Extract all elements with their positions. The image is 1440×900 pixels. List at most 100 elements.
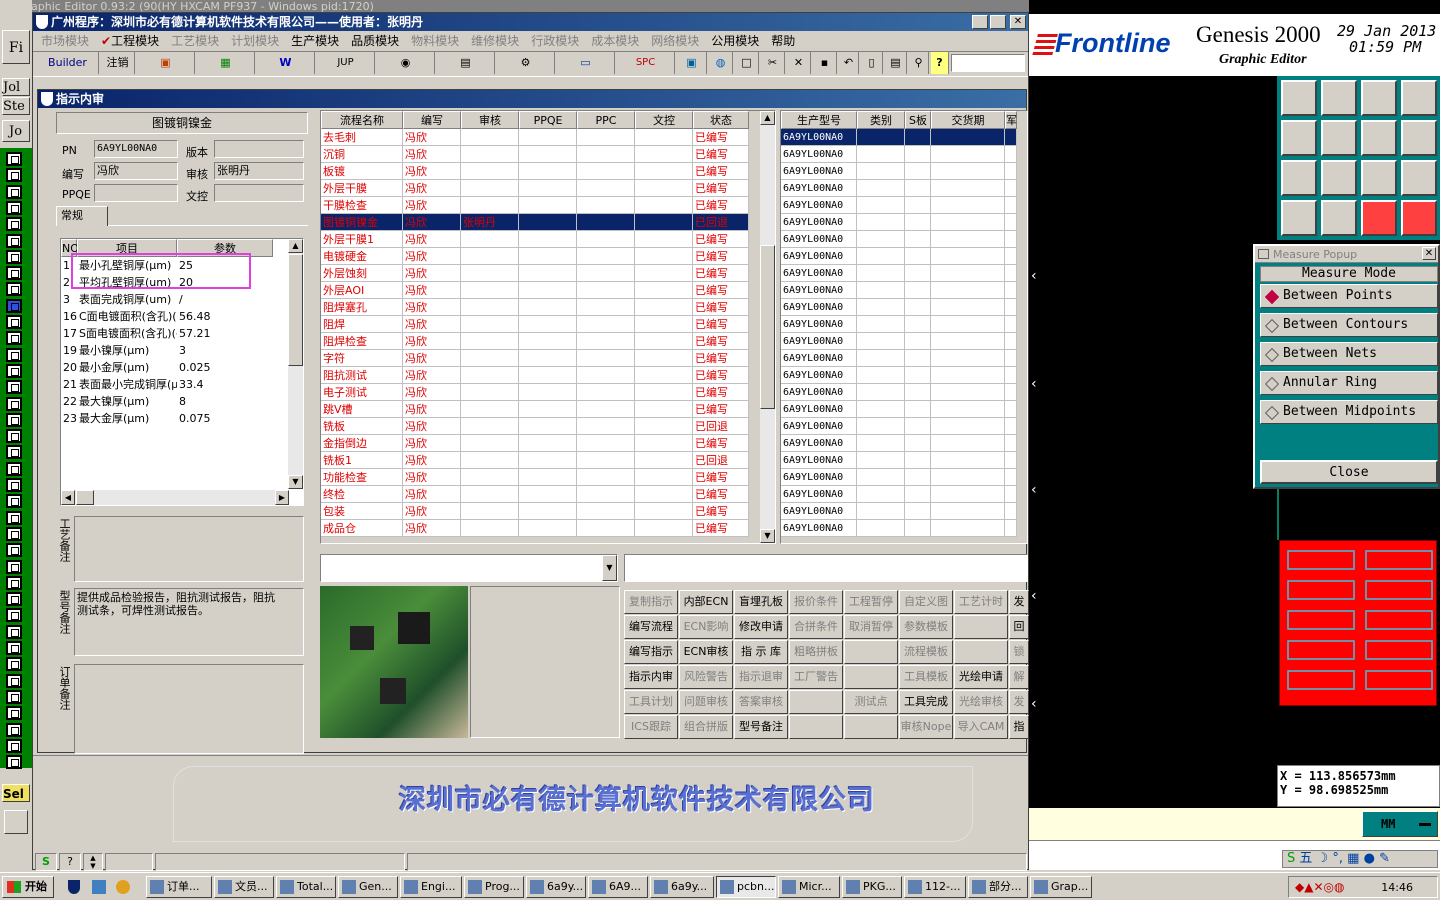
flow-header-4[interactable]: PPC — [577, 111, 635, 129]
action-button[interactable]: 编写流程 — [624, 615, 678, 639]
table-row[interactable]: 阻焊 冯欣 已编写 — [321, 316, 749, 333]
layer-item[interactable] — [6, 363, 22, 378]
table-row[interactable]: 功能检查 冯欣 已编写 — [321, 469, 749, 486]
table-row[interactable]: 6A9YL00NA0 — [781, 384, 1027, 401]
taskbar-item[interactable]: pcbn... — [716, 876, 776, 898]
action-button[interactable]: 型号备注 — [734, 715, 788, 739]
action-button[interactable]: 审核Nope — [899, 715, 953, 739]
table-row[interactable]: 阻焊塞孔 冯欣 已编写 — [321, 299, 749, 316]
table-row[interactable]: 6A9YL00NA0 — [781, 333, 1027, 350]
layer-item[interactable] — [6, 592, 22, 607]
prod-header-2[interactable]: S板 — [905, 111, 931, 129]
action-button[interactable]: 自定义图 — [899, 590, 953, 614]
action-button[interactable] — [789, 690, 843, 714]
layer-item[interactable] — [6, 478, 22, 492]
action-button[interactable]: 风险警告 — [679, 665, 733, 689]
layer-item[interactable] — [6, 298, 22, 313]
open-icon[interactable] — [1281, 80, 1317, 116]
menu-item-1[interactable]: ✔工程模块 — [95, 31, 165, 51]
table-row[interactable]: 终检 冯欣 已编写 — [321, 486, 749, 503]
layer-item[interactable] — [6, 608, 22, 623]
table-row[interactable]: 22 最大镍厚(μm) 8 — [61, 393, 289, 410]
action-button[interactable] — [844, 665, 898, 689]
table-row[interactable]: 6A9YL00NA0 — [781, 520, 1027, 537]
action-button[interactable]: 解 — [1009, 665, 1029, 689]
table-row[interactable]: 外层干膜 冯欣 已编写 — [321, 180, 749, 197]
measure-mode-4[interactable]: Between Midpoints — [1260, 400, 1438, 424]
flow-vscroll[interactable]: ▲ ▼ — [760, 111, 775, 543]
action-button[interactable]: 发 — [1009, 690, 1029, 714]
menu-item-10[interactable]: 网络模块 — [645, 31, 705, 51]
menu-item-3[interactable]: 计划模块 — [225, 31, 285, 51]
table-row[interactable]: 图镀铜镍金 冯欣 张明丹 已回退 — [321, 214, 749, 231]
panel-arrow-icon[interactable]: ‹ — [1031, 588, 1039, 604]
scroll-down-icon[interactable]: ▼ — [288, 475, 303, 489]
panel-arrow-icon[interactable]: ‹ — [1031, 376, 1039, 392]
action-button[interactable]: 发 — [1009, 590, 1029, 614]
action-button[interactable]: 组合拼版 — [679, 715, 733, 739]
table-row[interactable]: 外层蚀刻 冯欣 已编写 — [321, 265, 749, 282]
toolbar-computer-icon[interactable]: ▭ — [557, 52, 615, 74]
flow-header-3[interactable]: PPQE — [519, 111, 577, 129]
toolbar-find-icon[interactable]: ⚲ — [909, 52, 929, 74]
table-row[interactable]: 6A9YL00NA0 — [781, 214, 1027, 231]
review-field[interactable]: 张明丹 — [214, 162, 304, 180]
toolbar-word-icon[interactable]: W — [257, 52, 315, 74]
toolbar-layout-icon[interactable]: ▣ — [137, 52, 195, 74]
action-button[interactable]: 问题审核 — [679, 690, 733, 714]
action-button[interactable]: 工具完成 — [899, 690, 953, 714]
main-maximize-button[interactable] — [990, 15, 1006, 29]
menu-item-8[interactable]: 行政模块 — [525, 31, 585, 51]
action-button[interactable]: 答案审核 — [734, 690, 788, 714]
scroll-right-icon[interactable]: ▶ — [275, 490, 289, 505]
table-row[interactable]: 6A9YL00NA0 — [781, 435, 1027, 452]
flow-header-5[interactable]: 文控 — [635, 111, 693, 129]
units-dropdown[interactable]: MM — [1362, 811, 1438, 837]
action-button[interactable]: 复制指示 — [624, 590, 678, 614]
table-row[interactable]: 包装 冯欣 已编写 — [321, 503, 749, 520]
table-row[interactable]: 6A9YL00NA0 — [781, 180, 1027, 197]
main-close-button[interactable]: ✕ — [1010, 15, 1026, 29]
layer-item[interactable] — [6, 755, 22, 770]
table-row[interactable]: 沉铜 冯欣 已编写 — [321, 146, 749, 163]
table-row[interactable]: 6A9YL00NA0 — [781, 163, 1027, 180]
table-row[interactable]: 跳V槽 冯欣 已编写 — [321, 401, 749, 418]
table-row[interactable]: 6A9YL00NA0 — [781, 367, 1027, 384]
tray-icons[interactable]: ◆▲✕◎◍ — [1295, 880, 1344, 894]
table-row[interactable]: 6A9YL00NA0 — [781, 350, 1027, 367]
layer-item[interactable] — [6, 543, 22, 558]
pcb-preview[interactable] — [1279, 540, 1437, 706]
layer-item[interactable] — [6, 738, 22, 753]
menu-item-9[interactable]: 成本模块 — [585, 31, 645, 51]
layer-item[interactable] — [6, 266, 22, 281]
layer-item[interactable] — [6, 445, 22, 460]
media-icon[interactable] — [116, 880, 130, 894]
table-row[interactable]: 外层AOI 冯欣 已编写 — [321, 282, 749, 299]
layer-list[interactable] — [0, 148, 32, 770]
ime-tool-icon[interactable]: ✎ — [1379, 851, 1390, 866]
action-button[interactable]: 指 — [1009, 715, 1029, 739]
ime-keyboard-icon[interactable]: ▦ — [1347, 851, 1359, 866]
home-icon[interactable] — [1361, 80, 1397, 116]
toolbar-help-icon[interactable]: ? — [931, 52, 949, 74]
layer-item[interactable] — [6, 233, 22, 248]
table-row[interactable]: 金指倒边 冯欣 已编写 — [321, 435, 749, 452]
layer-item[interactable] — [6, 657, 22, 672]
param-vscroll[interactable]: ▲ ▼ — [288, 239, 303, 489]
action-button[interactable]: 指示退审 — [734, 665, 788, 689]
scroll-up-icon[interactable]: ▲ — [288, 239, 303, 253]
action-button[interactable]: 流程模板 — [899, 640, 953, 664]
action-button[interactable]: 测试点 — [844, 690, 898, 714]
table-row[interactable]: 6A9YL00NA0 — [781, 469, 1027, 486]
action-button[interactable]: 参数模板 — [899, 615, 953, 639]
taskbar-item[interactable]: PKG... — [842, 876, 902, 898]
action-button[interactable]: 内部ECN — [679, 590, 733, 614]
toolbar-globe-icon[interactable]: ◍ — [709, 52, 733, 74]
version-field[interactable] — [214, 140, 304, 158]
taskbar-item[interactable]: Engi... — [400, 876, 462, 898]
toolbar-excel-icon[interactable]: ▦ — [197, 52, 255, 74]
action-button[interactable]: 合拼条件 — [789, 615, 843, 639]
action-button[interactable]: 取消暂停 — [844, 615, 898, 639]
layer-b-icon[interactable] — [1401, 200, 1437, 236]
toolbar-search-input[interactable] — [951, 54, 1025, 72]
